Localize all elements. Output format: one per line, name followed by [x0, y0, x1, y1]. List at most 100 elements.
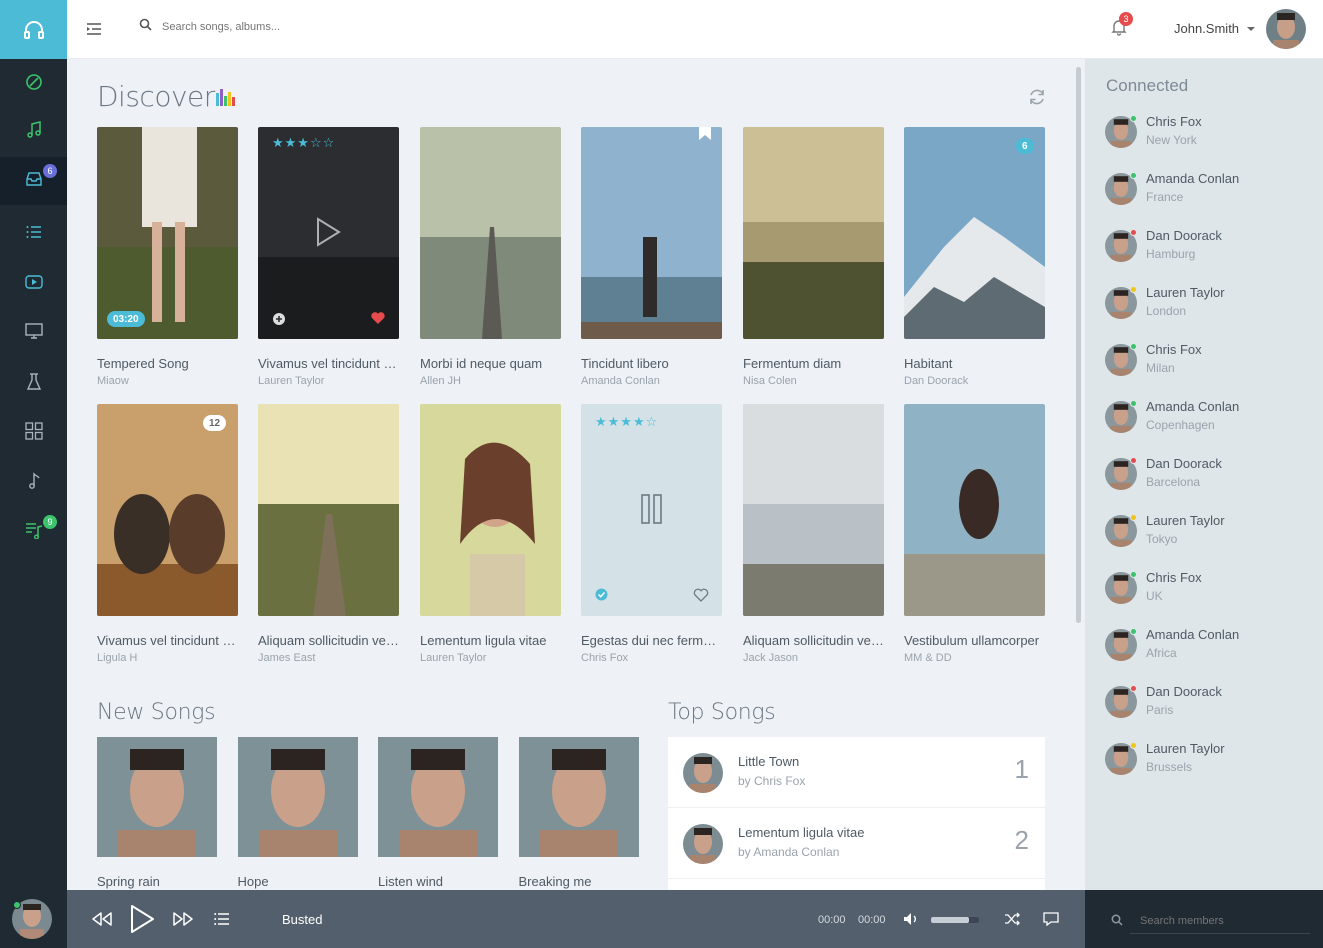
card-artist[interactable]: James East: [258, 652, 399, 664]
headphones-icon[interactable]: [0, 0, 67, 59]
top-song-artist[interactable]: by Amanda Conlan: [738, 845, 839, 859]
connected-member[interactable]: Chris Fox UK: [1105, 570, 1315, 617]
volume-icon[interactable]: [902, 890, 920, 948]
playlist-icon[interactable]: [212, 890, 232, 948]
nav-monitor[interactable]: [0, 309, 67, 357]
new-song-title[interactable]: Listen wind: [378, 874, 498, 889]
menu-toggle-icon[interactable]: [85, 20, 103, 38]
nav-list[interactable]: [0, 210, 67, 258]
connected-member[interactable]: Dan Doorack Barcelona: [1105, 456, 1315, 503]
album-cover[interactable]: 12: [97, 404, 238, 616]
card-title[interactable]: Fermentum diam: [743, 356, 884, 371]
album-cover[interactable]: [743, 404, 884, 616]
nav-music-note[interactable]: [0, 108, 67, 156]
top-song-title[interactable]: Lementum ligula vitae: [738, 825, 864, 840]
member-name[interactable]: Amanda Conlan: [1146, 627, 1239, 642]
new-song-cover[interactable]: [237, 737, 358, 857]
member-name[interactable]: Chris Fox: [1146, 342, 1202, 357]
card-artist[interactable]: Allen JH: [420, 375, 561, 387]
album-cover[interactable]: [743, 127, 884, 339]
top-song-title[interactable]: Little Town: [738, 754, 799, 769]
card-title[interactable]: Aliquam sollicitudin venenatis: [743, 633, 884, 648]
heart-outline-icon[interactable]: [693, 588, 709, 607]
connected-member[interactable]: Lauren Taylor Brussels: [1105, 741, 1315, 788]
bookmark-icon[interactable]: [698, 127, 712, 145]
member-name[interactable]: Chris Fox: [1146, 570, 1202, 585]
card-title[interactable]: Vivamus vel tincidunt libero: [258, 356, 399, 371]
connected-member[interactable]: Lauren Taylor London: [1105, 285, 1315, 332]
card-title[interactable]: Tempered Song: [97, 356, 238, 371]
nav-single-note[interactable]: [0, 459, 67, 507]
card-artist[interactable]: Ligula H: [97, 652, 238, 664]
card-title[interactable]: Vivamus vel tincidunt libero: [97, 633, 238, 648]
new-song-title[interactable]: Spring rain: [97, 874, 217, 889]
card-artist[interactable]: Amanda Conlan: [581, 375, 722, 387]
member-name[interactable]: Lauren Taylor: [1146, 741, 1225, 756]
member-name[interactable]: Dan Doorack: [1146, 456, 1222, 471]
pause-icon[interactable]: [641, 494, 663, 529]
card-title[interactable]: Lementum ligula vitae: [420, 633, 561, 648]
new-song-cover[interactable]: [378, 737, 498, 857]
card-artist[interactable]: Chris Fox: [581, 652, 722, 664]
album-cover[interactable]: [258, 404, 399, 616]
rewind-icon[interactable]: [89, 890, 115, 948]
card-artist[interactable]: Dan Doorack: [904, 375, 1045, 387]
rating-stars[interactable]: ★★★☆☆: [272, 135, 335, 151]
connected-member[interactable]: Dan Doorack Paris: [1105, 684, 1315, 731]
heart-filled-icon[interactable]: [370, 311, 386, 330]
comment-icon[interactable]: [1041, 890, 1061, 948]
nav-compass[interactable]: [0, 60, 67, 108]
top-song-row[interactable]: Little Town by Chris Fox 1: [668, 737, 1045, 808]
main-scrollbar[interactable]: [1076, 67, 1081, 623]
new-song-item[interactable]: Breaking me: [518, 737, 639, 889]
connected-member[interactable]: Amanda Conlan France: [1105, 171, 1315, 218]
member-name[interactable]: Dan Doorack: [1146, 684, 1222, 699]
album-cover[interactable]: [420, 127, 561, 339]
album-cover[interactable]: ★★★☆☆: [258, 127, 399, 339]
connected-member[interactable]: Lauren Taylor Tokyo: [1105, 513, 1315, 560]
new-song-item[interactable]: Hope: [237, 737, 358, 889]
fast-forward-icon[interactable]: [170, 890, 196, 948]
member-name[interactable]: Lauren Taylor: [1146, 513, 1225, 528]
album-cover[interactable]: [420, 404, 561, 616]
nav-grid[interactable]: [0, 409, 67, 457]
card-artist[interactable]: Lauren Taylor: [258, 375, 399, 387]
play-icon[interactable]: [127, 890, 157, 948]
card-artist[interactable]: MM & DD: [904, 652, 1045, 664]
new-song-cover[interactable]: [97, 737, 217, 857]
connected-member[interactable]: Amanda Conlan Africa: [1105, 627, 1315, 674]
card-artist[interactable]: Miaow: [97, 375, 238, 387]
shuffle-icon[interactable]: [1002, 890, 1022, 948]
rating-stars[interactable]: ★★★★☆: [595, 414, 658, 430]
member-name[interactable]: Lauren Taylor: [1146, 285, 1225, 300]
member-name[interactable]: Amanda Conlan: [1146, 399, 1239, 414]
album-cover[interactable]: 03:20: [97, 127, 238, 339]
search-members-input[interactable]: [1130, 908, 1310, 934]
chevron-down-icon[interactable]: [1247, 27, 1255, 31]
card-artist[interactable]: Lauren Taylor: [420, 652, 561, 664]
card-artist[interactable]: Nisa Colen: [743, 375, 884, 387]
nav-inbox[interactable]: 6: [0, 157, 67, 205]
album-cover[interactable]: 6: [904, 127, 1045, 339]
connected-member[interactable]: Chris Fox Milan: [1105, 342, 1315, 389]
refresh-icon[interactable]: [1027, 87, 1047, 112]
top-song-artist[interactable]: by Chris Fox: [738, 774, 805, 788]
card-title[interactable]: Egestas dui nec fermentum: [581, 633, 722, 648]
card-title[interactable]: Morbi id neque quam: [420, 356, 561, 371]
connected-member[interactable]: Amanda Conlan Copenhagen: [1105, 399, 1315, 446]
top-song-row[interactable]: Lementum ligula vitae by Amanda Conlan 2: [668, 808, 1045, 879]
card-title[interactable]: Aliquam sollicitudin venenatis: [258, 633, 399, 648]
card-title[interactable]: Habitant: [904, 356, 1045, 371]
connected-member[interactable]: Chris Fox New York: [1105, 114, 1315, 161]
nav-playlist[interactable]: 9: [0, 508, 67, 556]
member-name[interactable]: Chris Fox: [1146, 114, 1202, 129]
user-menu-name[interactable]: John.Smith: [1174, 21, 1239, 36]
card-artist[interactable]: Jack Jason: [743, 652, 884, 664]
album-cover[interactable]: [904, 404, 1045, 616]
album-cover[interactable]: [581, 127, 722, 339]
nav-flask[interactable]: [0, 360, 67, 408]
card-title[interactable]: Tincidunt libero: [581, 356, 722, 371]
new-song-item[interactable]: Spring rain: [97, 737, 217, 889]
new-song-item[interactable]: Listen wind: [378, 737, 498, 889]
user-avatar[interactable]: [1266, 9, 1306, 49]
